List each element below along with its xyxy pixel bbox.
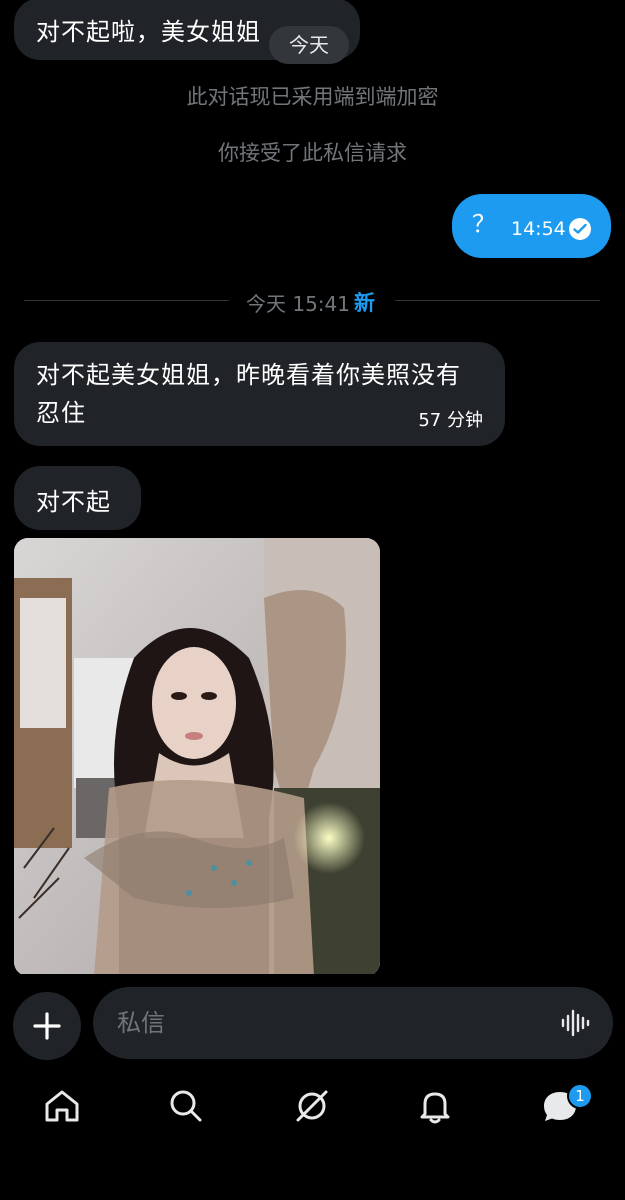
search-icon bbox=[170, 1090, 202, 1122]
message-text: 对不起美女姐姐，昨晚看着你美照没有忍住 bbox=[36, 361, 461, 427]
message-input-box[interactable] bbox=[93, 987, 613, 1059]
plus-icon bbox=[33, 1012, 61, 1040]
grok-icon bbox=[296, 1090, 328, 1122]
message-text: ？ bbox=[472, 210, 496, 238]
message-text: 对不起 bbox=[36, 488, 111, 516]
divider-time: 今天 15:41 bbox=[246, 292, 350, 316]
bell-icon bbox=[420, 1092, 450, 1124]
add-media-button[interactable] bbox=[13, 992, 81, 1060]
message-input[interactable] bbox=[117, 999, 537, 1047]
message-bubble-incoming[interactable]: 对不起 bbox=[14, 466, 141, 530]
nav-notifications[interactable] bbox=[413, 1084, 457, 1128]
divider-line bbox=[24, 300, 229, 301]
date-chip: 今天 bbox=[269, 26, 349, 64]
message-bubble-incoming[interactable]: 对不起美女姐姐，昨晚看着你美照没有忍住 57 分钟 bbox=[14, 342, 505, 446]
new-messages-divider: 今天 15:41 新 bbox=[24, 286, 600, 316]
nav-search[interactable] bbox=[164, 1084, 208, 1128]
new-label: 新 bbox=[354, 291, 375, 315]
home-icon bbox=[45, 1090, 79, 1122]
messages-badge: 1 bbox=[567, 1083, 593, 1109]
read-check-icon bbox=[569, 218, 591, 240]
message-bubble-outgoing[interactable]: ？ 14:54 bbox=[452, 194, 611, 258]
divider-line bbox=[395, 300, 600, 301]
message-time: 14:54 bbox=[511, 218, 566, 240]
waveform-icon bbox=[561, 1009, 590, 1037]
encryption-notice: 此对话现已采用端到端加密 bbox=[186, 85, 439, 109]
message-time: 57 分钟 bbox=[418, 410, 483, 431]
request-accepted-notice: 你接受了此私信请求 bbox=[218, 141, 407, 165]
composer-bar: 1 bbox=[0, 974, 625, 1200]
message-photo[interactable] bbox=[14, 538, 380, 976]
message-text: 对不起啦，美女姐姐 bbox=[36, 18, 261, 46]
voice-message-button[interactable] bbox=[561, 1009, 591, 1041]
nav-grok[interactable] bbox=[290, 1084, 334, 1128]
nav-home[interactable] bbox=[40, 1084, 84, 1128]
